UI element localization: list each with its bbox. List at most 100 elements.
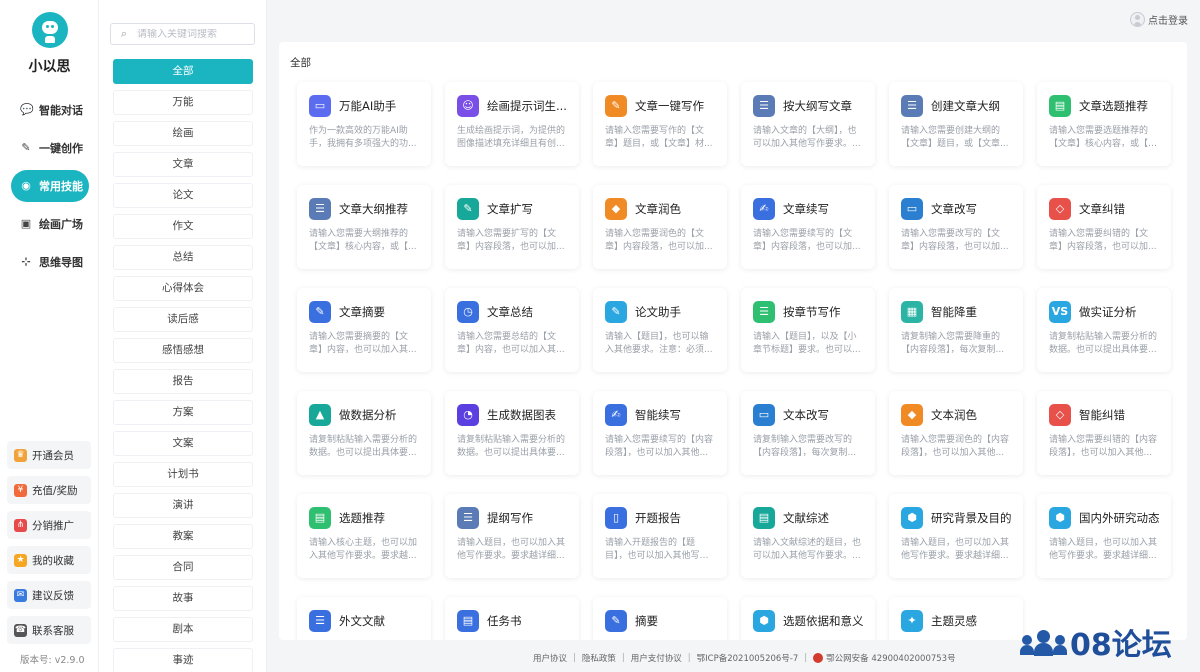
skill-card-description: 请复制粘贴输入需要分析的数据。也可以提出具体要... <box>457 435 566 458</box>
watermark-people-icon <box>1020 627 1068 657</box>
skill-card[interactable]: ▭ 文章改写 请输入您需要改写的【文章】内容段落，也可以加... <box>889 185 1023 269</box>
skill-card-header: ☰ 创建文章大纲 <box>901 94 1013 118</box>
skill-card[interactable]: ☰ 提纲写作 请输入题目，也可以加入其他写作要求。要求越详细... <box>445 494 579 578</box>
category-item[interactable]: 教案 <box>113 524 253 549</box>
bottom-menu-item[interactable]: ✉ 建议反馈 <box>7 581 91 609</box>
category-item[interactable]: 感悟感想 <box>113 338 253 363</box>
skill-card-title: 文献综述 <box>783 511 829 525</box>
category-item[interactable]: 绘画 <box>113 121 253 146</box>
brand[interactable]: 小以思 <box>0 12 99 76</box>
skill-card[interactable]: ✎ 文章扩写 请输入您需要扩写的【文章】内容段落，也可以加... <box>445 185 579 269</box>
skill-card[interactable]: ◇ 文章纠错 请输入您需要纠错的【文章】内容段落，也可以加... <box>1037 185 1171 269</box>
skill-card[interactable]: ◆ 文章润色 请输入您需要润色的【文章】内容段落，也可以加... <box>593 185 727 269</box>
skill-card[interactable]: ▤ 文章选题推荐请输入您需要选题推荐的【文章】核心内容，或【文章... <box>1037 82 1171 166</box>
chart-icon: ▲ <box>309 404 331 426</box>
skill-card-description: 请输入题目，也可以加入其他写作要求。要求越详细... <box>1049 538 1158 561</box>
skill-card[interactable]: ✎ 摘要 <box>593 597 727 640</box>
version-label: 版本号: v2.9.0 <box>20 655 85 666</box>
skill-card-header: ▭ 万能AI助手 <box>309 94 421 118</box>
skill-card[interactable]: ✦ 主题灵感 <box>889 597 1023 640</box>
category-item[interactable]: 全部 <box>113 59 253 84</box>
nav-item[interactable]: 💬 智能对话 <box>11 94 89 126</box>
skill-card[interactable]: ☰ 创建文章大纲 请输入您需要创建大纲的【文章】题目，或【文章... <box>889 82 1023 166</box>
skill-card[interactable]: ✎ 论文助手 请输入【题目】，也可以输入其他要求。注意：必须... <box>593 288 727 372</box>
skill-card[interactable]: ☰ 按大纲写文章 请输入文章的【大纲】，也可以加入其他写作要求。... <box>741 82 875 166</box>
skill-card[interactable]: ▤ 任务书 <box>445 597 579 640</box>
category-item[interactable]: 合同 <box>113 555 253 580</box>
category-item[interactable]: 计划书 <box>113 462 253 487</box>
nav-item[interactable]: ✎ 一键创作 <box>11 132 89 164</box>
skill-card[interactable]: ☰ 外文文献 <box>297 597 431 640</box>
skill-card[interactable]: ✎ 文章摘要 请输入您需要摘要的【文章】内容，也可以加入其... <box>297 288 431 372</box>
skill-card[interactable]: ▲ 做数据分析 请复制粘贴输入需要分析的数据。也可以提出具体要... <box>297 391 431 475</box>
footer-icp[interactable]: 鄂ICP备2021005206号-7 <box>697 652 799 664</box>
skills-panel: 全部 ▭ 万能AI助手 作为一款高效的万能AI助手，我拥有多项强大的功... ☺ 绘画提… <box>279 42 1187 640</box>
category-item[interactable]: 方案 <box>113 400 253 425</box>
login-button[interactable]: 点击登录 <box>1130 12 1188 27</box>
skill-card[interactable]: ◆ 文本润色 请输入您需要润色的【内容段落】，也可以加入其他... <box>889 391 1023 475</box>
footer-link-payment-agreement[interactable]: 用户支付协议 <box>631 652 682 664</box>
skill-card-grid: ▭ 万能AI助手 作为一款高效的万能AI助手，我拥有多项强大的功... ☺ 绘画提示词生… <box>297 82 1171 640</box>
category-item[interactable]: 文案 <box>113 431 253 456</box>
skill-card[interactable]: VS 做实证分析 请复制粘贴输入需要分析的数据。也可以提出具体要... <box>1037 288 1171 372</box>
nav-item[interactable]: ⊹ 思维导图 <box>11 246 89 278</box>
watermark-text: 08论坛 <box>1070 628 1172 663</box>
bottom-menu-item[interactable]: ☎ 联系客服 <box>7 616 91 644</box>
category-item[interactable]: 论文 <box>113 183 253 208</box>
skill-card[interactable]: ✍ 文章续写 请输入您需要续写的【文章】内容段落，也可以加... <box>741 185 875 269</box>
skill-card-title: 按章节写作 <box>783 305 841 319</box>
skill-card[interactable]: ▭ 万能AI助手 作为一款高效的万能AI助手，我拥有多项强大的功... <box>297 82 431 166</box>
skill-card-header: ☰ 按大纲写文章 <box>753 94 865 118</box>
skill-card-title: 文章大纲推荐 <box>339 202 408 216</box>
bottom-menu-item[interactable]: ⋔ 分销推广 <box>7 511 91 539</box>
skill-card[interactable]: ▭ 文本改写 请复制输入您需要改写的【内容段落】，每次复制... <box>741 391 875 475</box>
watermark: 08论坛 <box>1020 620 1172 664</box>
skill-card[interactable]: ◔ 生成数据图表 请复制粘贴输入需要分析的数据。也可以提出具体要... <box>445 391 579 475</box>
search-input[interactable] <box>137 28 249 40</box>
category-item[interactable]: 文章 <box>113 152 253 177</box>
skill-card[interactable]: ☰ 文章大纲推荐 请输入您需要大纲推荐的【文章】核心内容，或【... <box>297 185 431 269</box>
skill-card[interactable]: ▤ 文献综述 请输入文献综述的题目，也可以加入其他写作要求。... <box>741 494 875 578</box>
skill-card[interactable]: ▦ 智能降重 请复制输入您需要降重的【内容段落】，每次复制... <box>889 288 1023 372</box>
bottom-menu-item[interactable]: ♛ 开通会员 <box>7 441 91 469</box>
skill-card[interactable]: ✍ 智能续写 请输入您需要续写的【内容段落】，也可以加入其他... <box>593 391 727 475</box>
skill-card-title: 摘要 <box>635 614 658 628</box>
skill-card-header: ◆ 文本润色 <box>901 403 1013 427</box>
skill-card[interactable]: ☰ 按章节写作 请输入【题目】，以及【小章节标题】要求。也可以... <box>741 288 875 372</box>
category-item[interactable]: 剧本 <box>113 617 253 642</box>
skill-card[interactable]: ◇ 智能纠错 请输入您需要纠错的【内容段落】，也可以加入其他... <box>1037 391 1171 475</box>
search-icon[interactable]: ⌕ <box>111 27 137 41</box>
nav-item-label: 绘画广场 <box>39 218 83 231</box>
skill-card-description: 请输入题目，也可以加入其他写作要求。要求越详细... <box>457 538 566 561</box>
footer-link-user-agreement[interactable]: 用户协议 <box>533 652 567 664</box>
service-icon: ☎ <box>14 623 27 637</box>
category-item[interactable]: 心得体会 <box>113 276 253 301</box>
skill-card[interactable]: ▯ 开题报告请输入开题报告的【题目】，也可以加入其他写作要... <box>593 494 727 578</box>
skill-card[interactable]: ◷ 文章总结 请输入您需要总结的【文章】内容，也可以加入其... <box>445 288 579 372</box>
footer-link-privacy[interactable]: 隐私政策 <box>582 652 616 664</box>
outline-icon: ☰ <box>309 198 331 220</box>
bottom-menu-item[interactable]: ¥ 充值/奖励 <box>7 476 91 504</box>
skill-card-title: 绘画提示词生... <box>487 99 567 113</box>
skill-card[interactable]: ✎ 文章一键写作 请输入您需要写作的【文章】题目，或【文章】材... <box>593 82 727 166</box>
skill-card[interactable]: ⬢ 国内外研究动态 请输入题目，也可以加入其他写作要求。要求越详细... <box>1037 494 1171 578</box>
skill-card-header: ☰ 按章节写作 <box>753 300 865 324</box>
skill-card[interactable]: ⬢ 选题依据和意义 <box>741 597 875 640</box>
skill-card[interactable]: ⬢ 研究背景及目的 请输入题目，也可以加入其他写作要求。要求越详细... <box>889 494 1023 578</box>
skill-card[interactable]: ▤ 选题推荐 请输入核心主题，也可以加入其他写作要求。要求越... <box>297 494 431 578</box>
nav-item[interactable]: ◉ 常用技能 <box>11 170 89 202</box>
category-item[interactable]: 万能 <box>113 90 253 115</box>
bottom-menu-item[interactable]: ★ 我的收藏 <box>7 546 91 574</box>
category-item[interactable]: 报告 <box>113 369 253 394</box>
category-item[interactable]: 事迹 <box>113 648 253 672</box>
category-item[interactable]: 故事 <box>113 586 253 611</box>
skill-card-description: 请输入核心主题，也可以加入其他写作要求。要求越... <box>309 538 418 561</box>
foreign-doc-icon: ☰ <box>309 610 331 632</box>
nav-item[interactable]: ▣ 绘画广场 <box>11 208 89 240</box>
category-item[interactable]: 演讲 <box>113 493 253 518</box>
footer-police[interactable]: 鄂公网安备 42900402000753号 <box>826 652 955 664</box>
category-item[interactable]: 作文 <box>113 214 253 239</box>
category-item[interactable]: 总结 <box>113 245 253 270</box>
skill-card[interactable]: ☺ 绘画提示词生... 生成绘画提示词，为提供的图像描述填充详细且有创... <box>445 82 579 166</box>
category-item[interactable]: 读后感 <box>113 307 253 332</box>
